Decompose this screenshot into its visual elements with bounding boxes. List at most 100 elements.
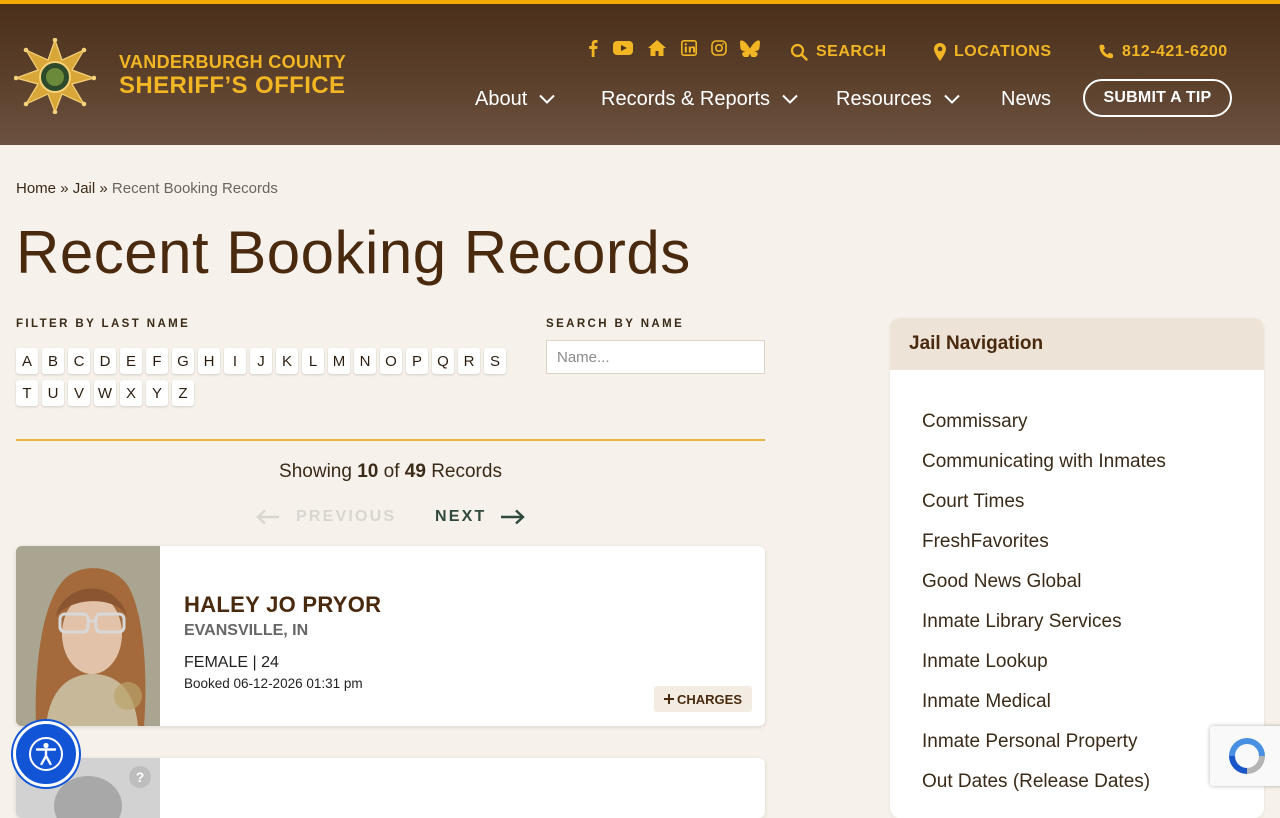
breadcrumb-jail[interactable]: Jail: [73, 180, 96, 197]
youtube-icon[interactable]: [612, 38, 634, 58]
letter-filter-o[interactable]: O: [380, 348, 402, 374]
letter-filter-g[interactable]: G: [172, 348, 194, 374]
results-total: 49: [404, 461, 426, 482]
instagram-icon[interactable]: [709, 38, 729, 58]
nav-about-label: About: [475, 87, 528, 110]
nav-resources-label: Resources: [836, 87, 932, 110]
sidebar-link-good-news-global[interactable]: Good News Global: [922, 571, 1081, 593]
sidebar-link-communicating[interactable]: Communicating with Inmates: [922, 451, 1166, 473]
sheriff-star-logo[interactable]: [14, 38, 96, 114]
locations-link[interactable]: LOCATIONS: [934, 42, 1052, 62]
accessibility-button[interactable]: [13, 721, 79, 787]
submit-tip-button[interactable]: SUBMIT A TIP: [1083, 79, 1232, 117]
letter-filter-v[interactable]: V: [68, 380, 90, 406]
home-icon[interactable]: [646, 38, 668, 58]
sidebar-link-inmate-medical[interactable]: Inmate Medical: [922, 691, 1051, 713]
results-suffix: Records: [431, 461, 502, 482]
chevron-down-icon: [782, 94, 798, 104]
letter-filter-j[interactable]: J: [250, 348, 272, 374]
brand-line-1: VANDERBURGH COUNTY: [119, 52, 347, 72]
nav-about[interactable]: About: [475, 86, 555, 112]
bluesky-icon[interactable]: [739, 38, 761, 58]
letter-filter-k[interactable]: K: [276, 348, 298, 374]
results-count: Showing 10 of 49 Records: [16, 461, 765, 483]
letter-filter-f[interactable]: F: [146, 348, 168, 374]
letter-filter-i[interactable]: I: [224, 348, 246, 374]
locations-label: LOCATIONS: [954, 43, 1052, 60]
letter-filter-c[interactable]: C: [68, 348, 90, 374]
letter-filter-n[interactable]: N: [354, 348, 376, 374]
booking-record-card[interactable]: HALEY JO PRYOR EVANSVILLE, IN FEMALE | 2…: [16, 546, 765, 726]
search-label: SEARCH: [816, 43, 887, 60]
linkedin-icon[interactable]: [679, 38, 699, 58]
site-header: VANDERBURGH COUNTY SHERIFF’S OFFICE SEAR…: [0, 4, 1280, 145]
breadcrumb-separator: »: [60, 180, 69, 197]
results-shown: 10: [357, 461, 379, 482]
inmate-city: EVANSVILLE, IN: [184, 622, 309, 639]
letter-filter-q[interactable]: Q: [432, 348, 454, 374]
sidebar-title: Jail Navigation: [890, 318, 1264, 370]
search-by-name-label: SEARCH BY NAME: [546, 318, 685, 330]
letter-filter-w[interactable]: W: [94, 380, 116, 406]
search-link[interactable]: SEARCH: [790, 42, 887, 62]
sidebar-link-out-dates[interactable]: Out Dates (Release Dates): [922, 771, 1150, 793]
results-of: of: [383, 461, 400, 482]
phone-link[interactable]: 812-421-6200: [1098, 42, 1228, 62]
recaptcha-badge[interactable]: [1210, 726, 1280, 786]
letter-filter-b[interactable]: B: [42, 348, 64, 374]
breadcrumb-home[interactable]: Home: [16, 180, 56, 197]
breadcrumb: Home » Jail » Recent Booking Records: [16, 180, 278, 197]
recaptcha-icon: [1229, 738, 1265, 774]
page-title: Recent Booking Records: [16, 219, 691, 286]
nav-records-reports[interactable]: Records & Reports: [601, 86, 798, 112]
charges-button[interactable]: CHARGES: [653, 686, 752, 712]
letter-filter-d[interactable]: D: [94, 348, 116, 374]
charges-label: CHARGES: [676, 691, 742, 707]
sidebar-link-inmate-lookup[interactable]: Inmate Lookup: [922, 651, 1048, 673]
results-prefix: Showing: [279, 461, 352, 482]
brand-line-2: SHERIFF’S OFFICE: [119, 72, 346, 99]
nav-news[interactable]: News: [1001, 86, 1051, 112]
letter-filter-a[interactable]: A: [16, 348, 38, 374]
letter-filter-h[interactable]: H: [198, 348, 220, 374]
breadcrumb-current: Recent Booking Records: [111, 180, 278, 197]
nav-records-label: Records & Reports: [601, 87, 770, 110]
letter-filter-t[interactable]: T: [16, 380, 38, 406]
sidebar-link-commissary[interactable]: Commissary: [922, 411, 1028, 433]
svg-text:?: ?: [136, 769, 145, 785]
booking-record-card[interactable]: ?: [16, 758, 765, 818]
name-search-input[interactable]: [546, 340, 765, 374]
nav-news-label: News: [1001, 87, 1052, 110]
sidebar-link-court-times[interactable]: Court Times: [922, 491, 1024, 513]
filter-label: FILTER BY LAST NAME: [16, 318, 191, 330]
letter-filter-z[interactable]: Z: [172, 380, 194, 406]
letter-filter-m[interactable]: M: [328, 348, 350, 374]
letter-filter-u[interactable]: U: [42, 380, 64, 406]
accessibility-icon: [29, 737, 63, 771]
previous-page-button[interactable]: PREVIOUS: [256, 505, 396, 529]
inmate-name: HALEY JO PRYOR: [184, 592, 382, 617]
chevron-down-icon: [539, 94, 555, 104]
phone-number: 812-421-6200: [1122, 43, 1228, 60]
facebook-icon[interactable]: [584, 38, 602, 58]
sidebar-link-library[interactable]: Inmate Library Services: [922, 611, 1122, 633]
letter-filter-s[interactable]: S: [484, 348, 506, 374]
nav-resources[interactable]: Resources: [836, 86, 960, 112]
sidebar-link-personal-property[interactable]: Inmate Personal Property: [922, 731, 1137, 753]
breadcrumb-separator: »: [99, 180, 108, 197]
letter-filter-r[interactable]: R: [458, 348, 480, 374]
arrow-left-icon: [256, 509, 279, 525]
letter-filter-e[interactable]: E: [120, 348, 142, 374]
letter-filter-y[interactable]: Y: [146, 380, 168, 406]
brand-name[interactable]: VANDERBURGH COUNTY SHERIFF’S OFFICE: [119, 52, 346, 100]
next-label: NEXT: [435, 508, 487, 525]
letter-filter-x[interactable]: X: [120, 380, 142, 406]
letter-filter-p[interactable]: P: [406, 348, 428, 374]
booking-date: Booked 06-12-2026 01:31 pm: [184, 676, 363, 691]
next-page-button[interactable]: NEXT: [435, 505, 526, 529]
sidebar-link-freshfavorites[interactable]: FreshFavorites: [922, 531, 1049, 553]
inmate-gender-age: FEMALE | 24: [184, 654, 279, 671]
search-icon: [790, 43, 808, 61]
plus-icon: [663, 694, 674, 704]
letter-filter-l[interactable]: L: [302, 348, 324, 374]
